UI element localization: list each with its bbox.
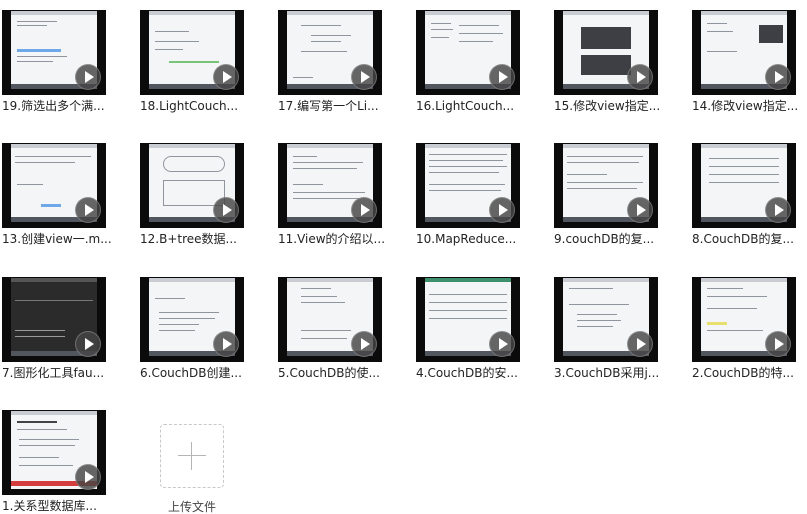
plus-icon [191, 442, 192, 470]
play-icon[interactable] [75, 197, 101, 223]
play-icon[interactable] [489, 64, 515, 90]
video-thumbnail[interactable] [2, 277, 106, 362]
video-title[interactable]: 3.CouchDB采用j... [554, 366, 664, 380]
play-icon[interactable] [213, 64, 239, 90]
video-title[interactable]: 10.MapReduce... [416, 232, 526, 246]
video-title[interactable]: 11.View的介绍以... [278, 232, 388, 246]
video-thumbnail[interactable] [2, 143, 106, 228]
video-title[interactable]: 5.CouchDB的使... [278, 366, 388, 380]
video-thumbnail[interactable] [2, 410, 106, 495]
file-grid: 19.筛选出多个满... 18.LightCouch... 17.编写第一个Li… [0, 0, 807, 514]
play-icon[interactable] [213, 331, 239, 357]
play-icon[interactable] [627, 331, 653, 357]
upload-file-button[interactable] [160, 424, 224, 488]
video-thumbnail[interactable] [692, 143, 796, 228]
video-thumbnail[interactable] [416, 143, 520, 228]
video-thumbnail[interactable] [416, 10, 520, 95]
play-icon[interactable] [627, 64, 653, 90]
video-title[interactable]: 9.couchDB的复... [554, 232, 664, 246]
video-title[interactable]: 13.创建view一.m... [2, 232, 112, 246]
upload-file-label[interactable]: 上传文件 [168, 500, 248, 514]
play-icon[interactable] [765, 64, 791, 90]
plus-icon [178, 455, 206, 456]
video-title[interactable]: 19.筛选出多个满... [2, 99, 112, 113]
play-icon[interactable] [765, 331, 791, 357]
play-icon[interactable] [213, 197, 239, 223]
play-icon[interactable] [75, 64, 101, 90]
play-icon[interactable] [351, 197, 377, 223]
video-thumbnail[interactable] [278, 10, 382, 95]
play-icon[interactable] [627, 197, 653, 223]
play-icon[interactable] [351, 64, 377, 90]
video-title[interactable]: 7.图形化工具fau... [2, 366, 112, 380]
video-title[interactable]: 18.LightCouch... [140, 99, 250, 113]
video-thumbnail[interactable] [554, 277, 658, 362]
video-title[interactable]: 17.编写第一个Li... [278, 99, 388, 113]
video-thumbnail[interactable] [554, 143, 658, 228]
play-icon[interactable] [75, 464, 101, 490]
video-title[interactable]: 2.CouchDB的特... [692, 366, 802, 380]
video-title[interactable]: 6.CouchDB创建... [140, 366, 250, 380]
video-thumbnail[interactable] [140, 143, 244, 228]
video-thumbnail[interactable] [692, 10, 796, 95]
play-icon[interactable] [765, 197, 791, 223]
play-icon[interactable] [489, 331, 515, 357]
video-title[interactable]: 16.LightCouch... [416, 99, 526, 113]
video-thumbnail[interactable] [140, 277, 244, 362]
video-thumbnail[interactable] [692, 277, 796, 362]
video-title[interactable]: 4.CouchDB的安... [416, 366, 526, 380]
video-title[interactable]: 15.修改view指定... [554, 99, 664, 113]
video-thumbnail[interactable] [416, 277, 520, 362]
video-title[interactable]: 12.B+tree数据... [140, 232, 250, 246]
video-thumbnail[interactable] [140, 10, 244, 95]
video-title[interactable]: 14.修改view指定... [692, 99, 802, 113]
video-title[interactable]: 8.CouchDB的复... [692, 232, 802, 246]
play-icon[interactable] [351, 331, 377, 357]
video-thumbnail[interactable] [554, 10, 658, 95]
video-title[interactable]: 1.关系型数据库... [2, 499, 112, 513]
video-thumbnail[interactable] [278, 143, 382, 228]
play-icon[interactable] [75, 331, 101, 357]
play-icon[interactable] [489, 197, 515, 223]
video-thumbnail[interactable] [278, 277, 382, 362]
video-thumbnail[interactable] [2, 10, 106, 95]
